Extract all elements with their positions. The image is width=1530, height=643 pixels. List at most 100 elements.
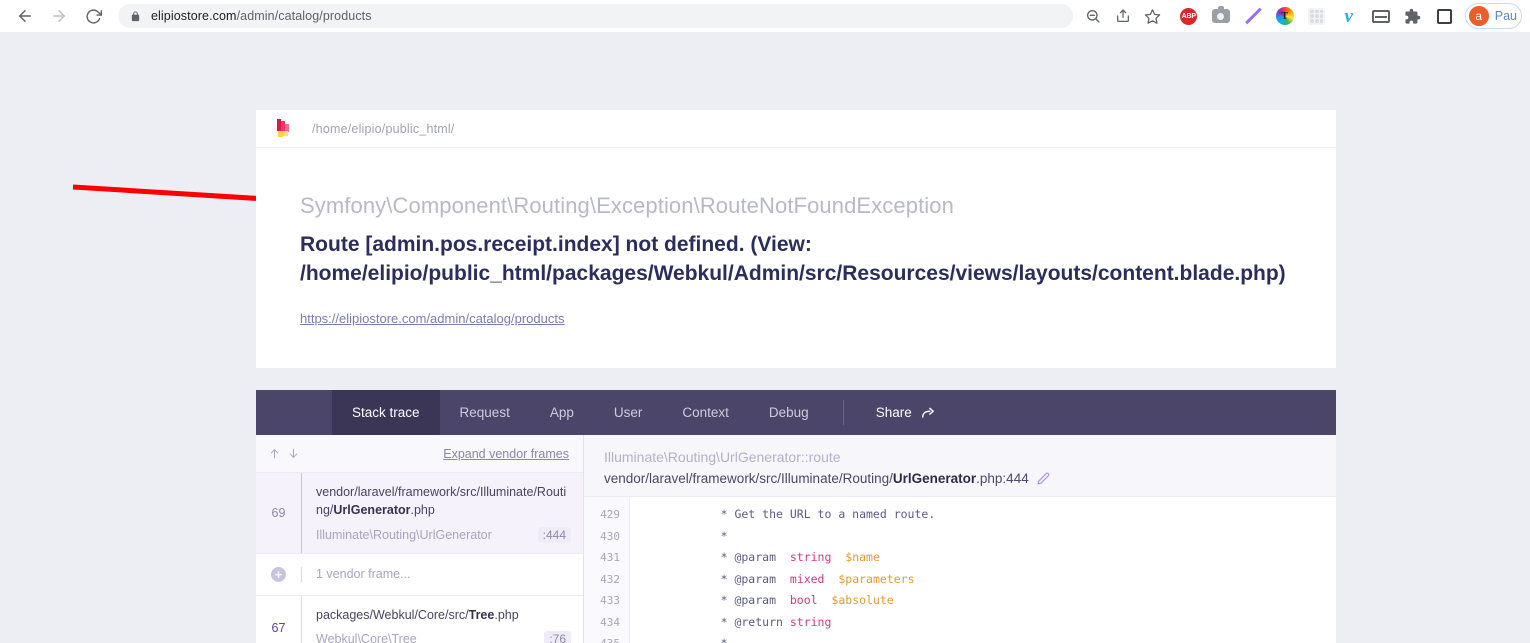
omnibox-actions: ABP T v a Pau	[1079, 2, 1522, 30]
vimeo-icon[interactable]: v	[1335, 2, 1363, 30]
frame-number: 69	[256, 473, 302, 553]
forward-button[interactable]	[42, 1, 76, 31]
share-label: Share	[875, 405, 912, 420]
code-token: * Get the URL to a named route.	[686, 507, 936, 521]
code-token: bool	[789, 593, 818, 607]
code-token: * @param	[686, 571, 790, 586]
tab-stack-trace[interactable]: Stack trace	[332, 390, 440, 435]
side-panel-icon[interactable]	[1431, 2, 1459, 30]
arrow-down-icon[interactable]	[287, 447, 300, 460]
code-token: *	[686, 636, 728, 643]
tab-request[interactable]: Request	[440, 390, 530, 435]
code-token: * @param	[686, 593, 790, 607]
code-line: * @param string $name	[686, 547, 1336, 569]
expand-vendor-icon-cell[interactable]: +	[256, 566, 302, 582]
workbench-icon[interactable]	[1367, 2, 1395, 30]
app-grid-icon[interactable]	[1303, 2, 1331, 30]
tabbar-divider	[842, 400, 844, 425]
code-token: string	[789, 614, 832, 629]
expand-vendor-frames-link[interactable]: Expand vendor frames	[443, 447, 569, 461]
frame-file-suffix: .php	[494, 607, 519, 622]
share-icon[interactable]	[1109, 2, 1137, 30]
debug-tabbar: Stack trace Request App User Context Deb…	[256, 390, 1336, 435]
reload-button[interactable]	[76, 1, 110, 31]
arrow-up-icon[interactable]	[268, 447, 281, 460]
address-bar[interactable]: elipiostore.com/admin/catalog/products	[118, 4, 1073, 28]
avatar: a	[1468, 6, 1489, 26]
page-content: /home/elipio/public_html/ Symfony\Compon…	[0, 32, 1530, 643]
frame-info: packages/Webkul/Core/src/Tree.php Webkul…	[302, 596, 583, 643]
back-button[interactable]	[8, 1, 42, 31]
frame-class-row: Illuminate\Routing\UrlGenerator :444	[316, 526, 571, 543]
bookmark-star-icon[interactable]	[1139, 2, 1167, 30]
code-line-number: 431	[600, 551, 620, 564]
tab-context[interactable]: Context	[662, 390, 749, 435]
code-line: * @param mixed $parameters	[686, 569, 1336, 591]
code-token: mixed	[789, 571, 825, 586]
url-host: elipiostore.com	[151, 9, 237, 23]
color-picker-icon[interactable]: T	[1271, 2, 1299, 30]
edit-pencil-icon[interactable]	[1037, 472, 1050, 485]
vendor-frames-collapsed-row[interactable]: + 1 vendor frame...	[256, 553, 583, 596]
frame-file-suffix: .php	[410, 502, 435, 517]
table-row[interactable]: 67 packages/Webkul/Core/src/Tree.php Web…	[256, 595, 583, 643]
frame-file-name: Tree	[468, 607, 495, 622]
ignition-flame-icon	[276, 118, 290, 139]
frame-file-name: UrlGenerator	[333, 502, 411, 517]
stack-frames-sidebar: Expand vendor frames 69 vendor/laravel/f…	[256, 435, 584, 643]
frame-info: vendor/laravel/framework/src/Illuminate/…	[302, 473, 583, 553]
url-text: elipiostore.com/admin/catalog/products	[151, 9, 372, 23]
abp-badge: ABP	[1180, 7, 1198, 25]
share-button[interactable]: Share	[858, 390, 953, 435]
code-lines: * Get the URL to a named route. * * @par…	[630, 497, 1336, 643]
code-line-number: 434	[600, 615, 620, 629]
profile-chip[interactable]: a Pau	[1464, 3, 1522, 29]
code-token: $name	[845, 550, 880, 564]
profile-name: Pau	[1494, 9, 1517, 23]
code-line: * @param bool $absolute	[686, 590, 1336, 612]
code-file-name: UrlGenerator	[892, 471, 977, 486]
screenshot-camera-icon[interactable]	[1207, 2, 1235, 30]
extensions-puzzle-icon[interactable]	[1399, 2, 1427, 30]
frame-line-number: :444	[537, 526, 571, 543]
frame-class-name: Illuminate\Routing\UrlGenerator	[316, 527, 492, 542]
extensions-strip: ABP T v	[1169, 2, 1459, 30]
panel-main: Expand vendor frames 69 vendor/laravel/f…	[256, 435, 1336, 643]
code-token: $absolute	[831, 593, 894, 607]
lock-icon	[130, 10, 141, 23]
code-line: * @return string	[686, 612, 1336, 634]
browser-toolbar: elipiostore.com/admin/catalog/products A…	[0, 0, 1530, 32]
adblock-plus-icon[interactable]: ABP	[1175, 2, 1203, 30]
frames-header: Expand vendor frames	[256, 435, 583, 473]
share-arrow-icon	[921, 407, 934, 418]
exception-url-link[interactable]: https://elipiostore.com/admin/catalog/pr…	[300, 311, 564, 326]
code-file-suffix: .php:444	[976, 471, 1029, 486]
vimeo-glyph: v	[1344, 5, 1353, 27]
tab-debug[interactable]: Debug	[749, 390, 829, 435]
frame-file-path: packages/Webkul/Core/src/Tree.php	[316, 607, 571, 625]
code-line: *	[686, 633, 1336, 643]
code-token: $parameters	[838, 571, 915, 586]
code-file-path: vendor/laravel/framework/src/Illuminate/…	[604, 471, 1029, 486]
code-class-method: Illuminate\Routing\UrlGenerator::route	[604, 449, 841, 465]
plus-circle-icon: +	[271, 566, 286, 582]
code-view: 429 430 431 432 433 434 435 * Get the URL to a…	[584, 497, 1336, 643]
url-path: /admin/catalog/products	[236, 9, 372, 23]
exception-card: /home/elipio/public_html/ Symfony\Compon…	[256, 110, 1336, 369]
code-header: Illuminate\Routing\UrlGenerator::route v…	[584, 435, 1336, 497]
code-file-prefix: vendor/laravel/framework/src/Illuminate/…	[604, 471, 893, 486]
code-line: *	[686, 526, 1336, 548]
ignition-debug-panel: Stack trace Request App User Context Deb…	[256, 390, 1336, 643]
tab-user[interactable]: User	[594, 390, 663, 435]
tab-app[interactable]: App	[530, 390, 594, 435]
table-row[interactable]: 69 vendor/laravel/framework/src/Illumina…	[256, 473, 583, 554]
zoom-out-icon[interactable]	[1079, 2, 1107, 30]
frame-file-path: vendor/laravel/framework/src/Illuminate/…	[316, 484, 571, 520]
frame-class-row: Webkul\Core\Tree :76	[316, 631, 571, 643]
grammarly-quill-icon[interactable]	[1239, 2, 1267, 30]
project-path: /home/elipio/public_html/	[312, 121, 455, 136]
color-wheel-glyph: T	[1275, 7, 1294, 25]
code-file-row: vendor/laravel/framework/src/Illuminate/…	[604, 471, 1316, 486]
frame-sort-controls[interactable]	[268, 447, 300, 460]
code-line-number: 429	[600, 508, 620, 521]
